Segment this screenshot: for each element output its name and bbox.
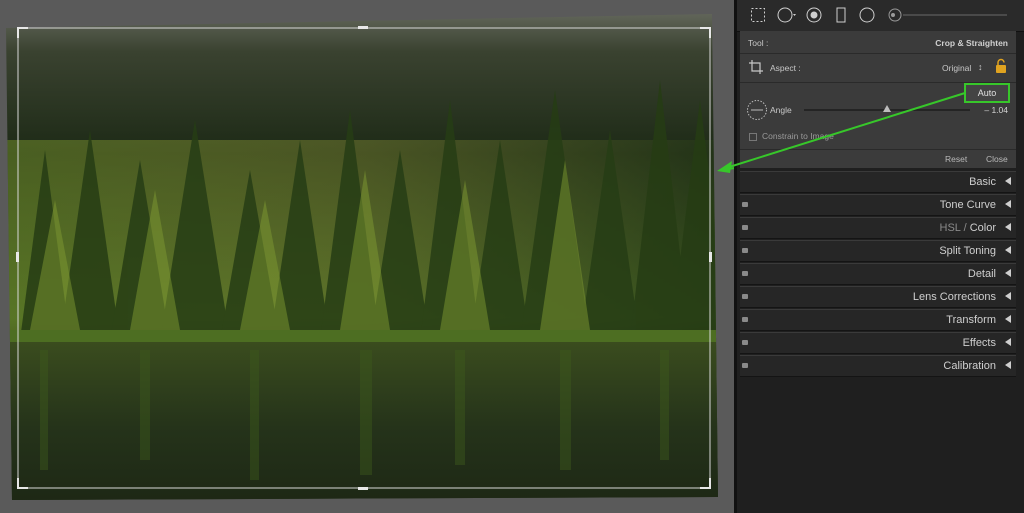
aspect-select[interactable]: Original	[942, 63, 971, 73]
section-label: Calibration	[943, 360, 996, 372]
constrain-label: Constrain to Image	[762, 131, 834, 141]
angle-slider-thumb[interactable]	[883, 105, 891, 112]
section-toggle-switch[interactable]	[742, 317, 748, 322]
crop-overlay-icon[interactable]	[750, 7, 766, 23]
crop-straighten-panel: Tool : Crop & Straighten Aspect : Origin…	[740, 31, 1016, 168]
forest-lake-photo[interactable]	[0, 0, 735, 513]
section-header-transform[interactable]: Transform	[740, 309, 1016, 331]
section-toggle-switch[interactable]	[742, 294, 748, 299]
section-header-detail[interactable]: Detail	[740, 263, 1016, 285]
section-toggle-switch[interactable]	[742, 202, 748, 207]
angle-value[interactable]: – 1.04	[984, 105, 1008, 115]
collapse-triangle-icon[interactable]	[1005, 200, 1011, 208]
section-toggle-switch[interactable]	[742, 271, 748, 276]
collapse-triangle-icon[interactable]	[1005, 315, 1011, 323]
section-label-color[interactable]: Color	[970, 222, 996, 234]
section-toggle-switch[interactable]	[742, 225, 748, 230]
section-label: Split Toning	[939, 245, 996, 257]
section-label: HSL / Color	[940, 222, 996, 234]
section-header-effects[interactable]: Effects	[740, 332, 1016, 354]
section-label-separator: /	[960, 222, 970, 234]
collapse-triangle-icon[interactable]	[1005, 177, 1011, 185]
auto-straighten-button[interactable]: Auto	[964, 83, 1010, 103]
section-label: Lens Corrections	[912, 291, 996, 303]
graduated-filter-icon[interactable]	[833, 7, 849, 23]
section-toggle-switch[interactable]	[742, 363, 748, 368]
angle-label: Angle	[770, 105, 792, 115]
photo-canvas[interactable]	[0, 0, 735, 513]
reset-button[interactable]: Reset	[945, 154, 967, 164]
collapse-triangle-icon[interactable]	[1005, 292, 1011, 300]
section-header-basic[interactable]: Basic	[740, 171, 1016, 193]
collapse-triangle-icon[interactable]	[1005, 269, 1011, 277]
aspect-label: Aspect :	[770, 63, 801, 73]
straighten-tool-icon[interactable]	[746, 99, 768, 121]
radial-filter-icon[interactable]	[859, 7, 875, 23]
tool-value: Crop & Straighten	[935, 38, 1008, 48]
close-button[interactable]: Close	[986, 154, 1008, 164]
section-label: Transform	[946, 314, 996, 326]
section-toggle-switch[interactable]	[742, 340, 748, 345]
section-header-calibration[interactable]: Calibration	[740, 355, 1016, 377]
collapse-triangle-icon[interactable]	[1005, 246, 1011, 254]
tool-strip	[737, 0, 1024, 32]
section-header-color[interactable]: HSL / Color	[740, 217, 1016, 239]
section-label: Tone Curve	[939, 199, 996, 211]
constrain-checkbox[interactable]	[749, 133, 757, 141]
section-header-lens-corrections[interactable]: Lens Corrections	[740, 286, 1016, 308]
collapse-triangle-icon[interactable]	[1005, 361, 1011, 369]
crop-frame-tool-icon[interactable]	[748, 59, 764, 75]
section-header-split-toning[interactable]: Split Toning	[740, 240, 1016, 262]
aspect-select-arrows[interactable]: ↕	[978, 62, 983, 72]
section-toggle-switch[interactable]	[742, 248, 748, 253]
section-label-hsl[interactable]: HSL	[940, 222, 961, 234]
collapse-triangle-icon[interactable]	[1005, 338, 1011, 346]
collapse-triangle-icon[interactable]	[1005, 223, 1011, 231]
section-label: Detail	[967, 268, 996, 280]
red-eye-icon[interactable]	[806, 7, 822, 23]
section-header-tone-curve[interactable]: Tone Curve	[740, 194, 1016, 216]
spot-removal-icon[interactable]	[777, 7, 797, 23]
adjustment-brush-icon[interactable]	[887, 7, 1009, 23]
lock-icon[interactable]	[994, 58, 1008, 74]
section-label: Basic	[969, 176, 996, 188]
section-label: Effects	[962, 337, 996, 349]
tool-label: Tool :	[748, 38, 769, 48]
